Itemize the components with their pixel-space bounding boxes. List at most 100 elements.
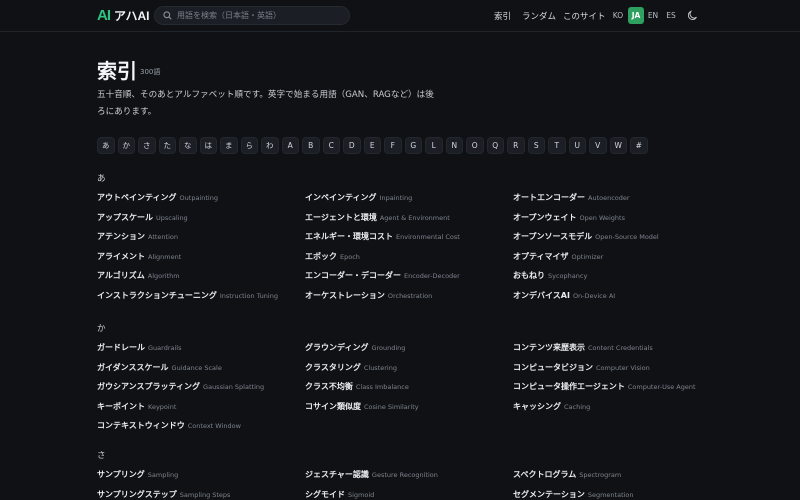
- term-link[interactable]: オプティマイザ Optimizer: [513, 251, 603, 262]
- letter-button[interactable]: D: [343, 137, 361, 154]
- letter-button[interactable]: S: [527, 137, 545, 154]
- term-link[interactable]: アルゴリズム Algorithm: [97, 270, 180, 281]
- letter-button[interactable]: か: [117, 137, 135, 154]
- term-link[interactable]: キーポイント Keypoint: [97, 401, 176, 412]
- term-japanese: アップスケール: [97, 212, 153, 222]
- term-japanese: サンプリング: [97, 470, 145, 479]
- term-link[interactable]: サンプリングステップ Sampling Steps: [97, 489, 230, 500]
- term-link[interactable]: インストラクションチューニング Instruction Tuning: [97, 290, 278, 301]
- term-link[interactable]: キャッシング Caching: [513, 401, 590, 412]
- letter-button[interactable]: C: [322, 137, 340, 154]
- search-box[interactable]: [154, 6, 350, 25]
- term-link[interactable]: スペクトログラム Spectrogram: [513, 469, 621, 480]
- search-icon: [163, 11, 172, 20]
- term-link[interactable]: アウトペインティング Outpainting: [97, 192, 218, 203]
- lang-ko-button[interactable]: KO: [610, 7, 626, 24]
- term-link[interactable]: コンテキストウィンドウ Context Window: [97, 420, 241, 431]
- lang-ja-button[interactable]: JA: [628, 7, 644, 24]
- term-link[interactable]: アテンション Attention: [97, 231, 178, 242]
- term-link[interactable]: コンピュータ操作エージェント Computer-Use Agent: [513, 381, 696, 392]
- term-link[interactable]: オートエンコーダー Autoencoder: [513, 192, 630, 203]
- term-english: Keypoint: [148, 402, 177, 411]
- term-english: Grounding: [371, 344, 406, 352]
- term-link[interactable]: インペインティング Inpainting: [305, 192, 412, 203]
- term-link[interactable]: ジェスチャー認識 Gesture Recognition: [305, 469, 438, 480]
- term-japanese: コンピュータビジョン: [513, 362, 593, 372]
- term-english: Environmental Cost: [396, 233, 460, 242]
- term-link[interactable]: おもねり Sycophancy: [513, 270, 587, 281]
- term-link[interactable]: セグメンテーション Segmentation: [513, 489, 634, 500]
- term-link[interactable]: ガードレール Guardrails: [97, 342, 181, 353]
- term-link[interactable]: クラスタリング Clustering: [305, 362, 397, 373]
- letter-button[interactable]: E: [363, 137, 381, 154]
- term-english: Clustering: [363, 363, 397, 372]
- letter-button[interactable]: あ: [97, 137, 115, 154]
- term-link[interactable]: エネルギー・環境コスト Environmental Cost: [305, 231, 460, 242]
- letter-button[interactable]: は: [199, 137, 217, 154]
- term-japanese: オープンソースモデル: [513, 232, 593, 242]
- term-link[interactable]: グラウンディング Grounding: [305, 342, 405, 353]
- term-japanese: サンプリングステップ: [97, 489, 177, 499]
- term-link[interactable]: エポック Epoch: [305, 251, 360, 262]
- letter-button[interactable]: R: [507, 137, 525, 154]
- term-link[interactable]: クラス不均衡 Class Imbalance: [305, 381, 409, 392]
- letter-button[interactable]: G: [404, 137, 422, 154]
- search-input[interactable]: [177, 11, 337, 20]
- term-japanese: ジェスチャー認識: [305, 470, 369, 479]
- term-english: Autoencoder: [588, 194, 630, 202]
- lang-en-button[interactable]: EN: [645, 7, 661, 24]
- site-logo[interactable]: AI アハAI: [97, 7, 150, 24]
- letter-button[interactable]: #: [630, 137, 648, 154]
- letter-button[interactable]: F: [384, 137, 402, 154]
- letter-button[interactable]: N: [445, 137, 463, 154]
- term-link[interactable]: オープンウェイト Open Weights: [513, 212, 625, 223]
- term-link[interactable]: エンコーダー・デコーダー Encoder-Decoder: [305, 270, 460, 281]
- term-japanese: オーケストレーション: [305, 291, 385, 300]
- term-link[interactable]: アライメント Alignment: [97, 251, 181, 262]
- term-english: On-Device AI: [572, 292, 616, 300]
- term-japanese: コンピュータ操作エージェント: [513, 382, 625, 392]
- nav-random-link[interactable]: ランダム: [522, 10, 556, 22]
- letter-button[interactable]: ら: [240, 137, 258, 154]
- section-heading: さ: [97, 451, 106, 461]
- nav-index-link[interactable]: 索引: [494, 10, 511, 22]
- term-english: Epoch: [340, 252, 360, 261]
- term-japanese: スペクトログラム: [513, 470, 577, 479]
- term-link[interactable]: サンプリング Sampling: [97, 469, 178, 480]
- term-english: Gesture Recognition: [371, 471, 438, 479]
- letter-button[interactable]: L: [425, 137, 443, 154]
- term-japanese: キャッシング: [513, 401, 561, 411]
- letter-button[interactable]: ま: [220, 137, 238, 154]
- term-english: Computer-Use Agent: [627, 383, 696, 392]
- letter-button[interactable]: た: [158, 137, 176, 154]
- letter-button[interactable]: T: [548, 137, 566, 154]
- term-english: Optimizer: [571, 252, 604, 261]
- lang-es-button[interactable]: ES: [663, 7, 679, 24]
- term-japanese: アルゴリズム: [97, 271, 145, 281]
- letter-button[interactable]: A: [281, 137, 299, 154]
- term-link[interactable]: コサイン類似度 Cosine Similarity: [305, 401, 419, 412]
- letter-button[interactable]: さ: [138, 137, 156, 154]
- letter-button[interactable]: U: [568, 137, 586, 154]
- letter-button[interactable]: Q: [486, 137, 504, 154]
- term-link[interactable]: オープンソースモデル Open-Source Model: [513, 231, 659, 242]
- letter-button[interactable]: V: [589, 137, 607, 154]
- term-link[interactable]: コンテンツ来歴表示 Content Credentials: [513, 342, 653, 353]
- letter-button[interactable]: W: [609, 137, 627, 154]
- term-link[interactable]: オンデバイスAI On-Device AI: [513, 290, 615, 301]
- term-link[interactable]: ガイダンススケール Guidance Scale: [97, 362, 222, 373]
- moon-icon[interactable]: [687, 10, 698, 21]
- term-link[interactable]: アップスケール Upscaling: [97, 212, 188, 223]
- term-link[interactable]: コンピュータビジョン Computer Vision: [513, 362, 650, 373]
- term-link[interactable]: オーケストレーション Orchestration: [305, 290, 432, 301]
- term-japanese: オプティマイザ: [513, 251, 569, 261]
- letter-button[interactable]: わ: [261, 137, 279, 154]
- top-bar: AI アハAI 索引 ランダム このサイト KO JA EN ES: [0, 0, 800, 32]
- letter-button[interactable]: O: [466, 137, 484, 154]
- nav-about-link[interactable]: このサイト: [563, 10, 606, 22]
- letter-button[interactable]: B: [302, 137, 320, 154]
- letter-button[interactable]: な: [179, 137, 197, 154]
- term-link[interactable]: ガウシアンスプラッティング Gaussian Splatting: [97, 381, 264, 392]
- term-link[interactable]: エージェントと環境 Agent & Environment: [305, 212, 450, 223]
- term-link[interactable]: シグモイド Sigmoid: [305, 489, 374, 500]
